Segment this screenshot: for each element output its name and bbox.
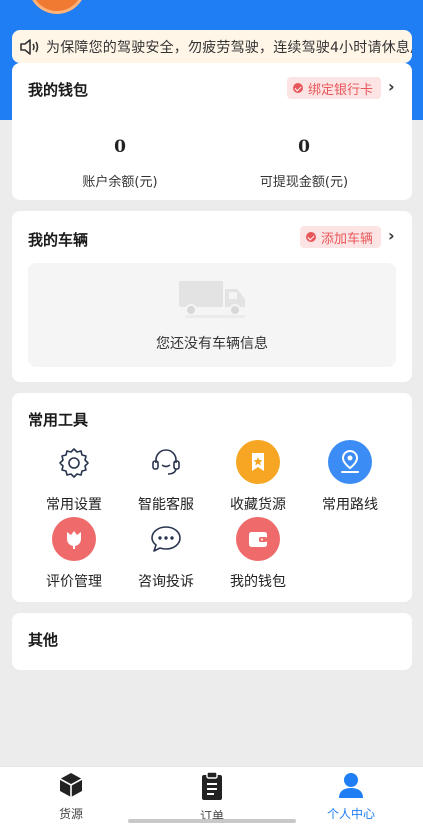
truck-icon xyxy=(179,281,245,318)
gear-icon xyxy=(52,440,96,484)
tulip-icon xyxy=(52,517,96,561)
account-balance-label: 账户余额(元) xyxy=(82,175,158,190)
withdrawable-label: 可提现金额(元) xyxy=(259,175,349,190)
vehicles-title: 我的车辆 xyxy=(28,231,89,249)
tool-my-wallet[interactable]: 我的钱包 xyxy=(218,517,298,591)
tool-smart-service[interactable]: 智能客服 xyxy=(126,440,206,514)
tab-personal-center[interactable]: 个人中心 xyxy=(301,771,401,822)
tools-title: 常用工具 xyxy=(28,411,89,429)
other-card: 其他 xyxy=(12,613,412,670)
bind-bank-card-button[interactable]: 绑定银行卡 xyxy=(287,77,382,99)
tool-label: 评价管理 xyxy=(46,574,102,590)
vehicles-empty-message: 您还没有车辆信息 xyxy=(156,336,268,352)
add-vehicle-label: 添加车辆 xyxy=(321,231,374,247)
tool-consult-complaint[interactable]: 咨询投诉 xyxy=(126,517,206,591)
clipboard-icon xyxy=(202,771,222,800)
check-badge-icon xyxy=(306,232,316,242)
check-badge-icon xyxy=(293,83,303,93)
vehicles-card: 我的车辆 添加车辆 › 您还没有车辆信息 xyxy=(12,211,412,382)
other-title: 其他 xyxy=(28,631,59,649)
add-vehicle-button[interactable]: 添加车辆 xyxy=(300,226,382,248)
withdrawable-value: 0 xyxy=(298,137,310,157)
tool-label: 咨询投诉 xyxy=(138,574,194,590)
vehicles-empty-state: 您还没有车辆信息 xyxy=(28,263,396,367)
notice-text: 为保障您的驾驶安全，勿疲劳驾驶，连续驾驶4小时请休息后继续行驶 xyxy=(46,39,412,56)
wallet-chevron-right-icon[interactable]: › xyxy=(388,77,395,96)
account-balance-value: 0 xyxy=(114,137,126,157)
tool-review-management[interactable]: 评价管理 xyxy=(34,517,114,591)
chat-bubble-icon xyxy=(144,517,188,561)
tool-label: 常用路线 xyxy=(322,497,378,513)
tab-label: 个人中心 xyxy=(326,807,375,821)
wallet-card: 我的钱包 绑定银行卡 › 0 账户余额(元) 0 可提现金额(元) xyxy=(12,63,412,200)
vehicles-chevron-right-icon[interactable]: › xyxy=(388,226,395,245)
tab-label: 货源 xyxy=(58,807,83,821)
tool-label: 我的钱包 xyxy=(230,574,286,590)
tool-label: 常用设置 xyxy=(46,497,102,513)
wallet-icon xyxy=(236,517,280,561)
headset-icon xyxy=(144,440,188,484)
cube-icon xyxy=(59,773,83,797)
tools-card: 常用工具 常用设置 智能客服 收藏货源 常用路线 评价管理 咨询投诉 我的钱包 xyxy=(12,393,412,602)
speaker-icon xyxy=(20,38,39,55)
home-indicator xyxy=(128,819,296,823)
tool-common-settings[interactable]: 常用设置 xyxy=(34,440,114,514)
wallet-title: 我的钱包 xyxy=(28,81,89,99)
person-icon xyxy=(339,773,363,798)
tool-common-routes[interactable]: 常用路线 xyxy=(310,440,390,514)
bookmark-icon xyxy=(236,440,280,484)
tool-label: 收藏货源 xyxy=(230,497,286,513)
route-pin-icon xyxy=(328,440,372,484)
bottom-tab-bar: 货源 订单 个人中心 xyxy=(0,766,423,825)
tab-orders[interactable]: 订单 xyxy=(162,771,262,824)
bind-bank-card-label: 绑定银行卡 xyxy=(308,82,374,98)
tool-saved-sources[interactable]: 收藏货源 xyxy=(218,440,298,514)
notice-bar: 为保障您的驾驶安全，勿疲劳驾驶，连续驾驶4小时请休息后继续行驶 xyxy=(12,30,412,63)
tab-cargo-source[interactable]: 货源 xyxy=(21,771,121,822)
tool-label: 智能客服 xyxy=(138,497,194,513)
